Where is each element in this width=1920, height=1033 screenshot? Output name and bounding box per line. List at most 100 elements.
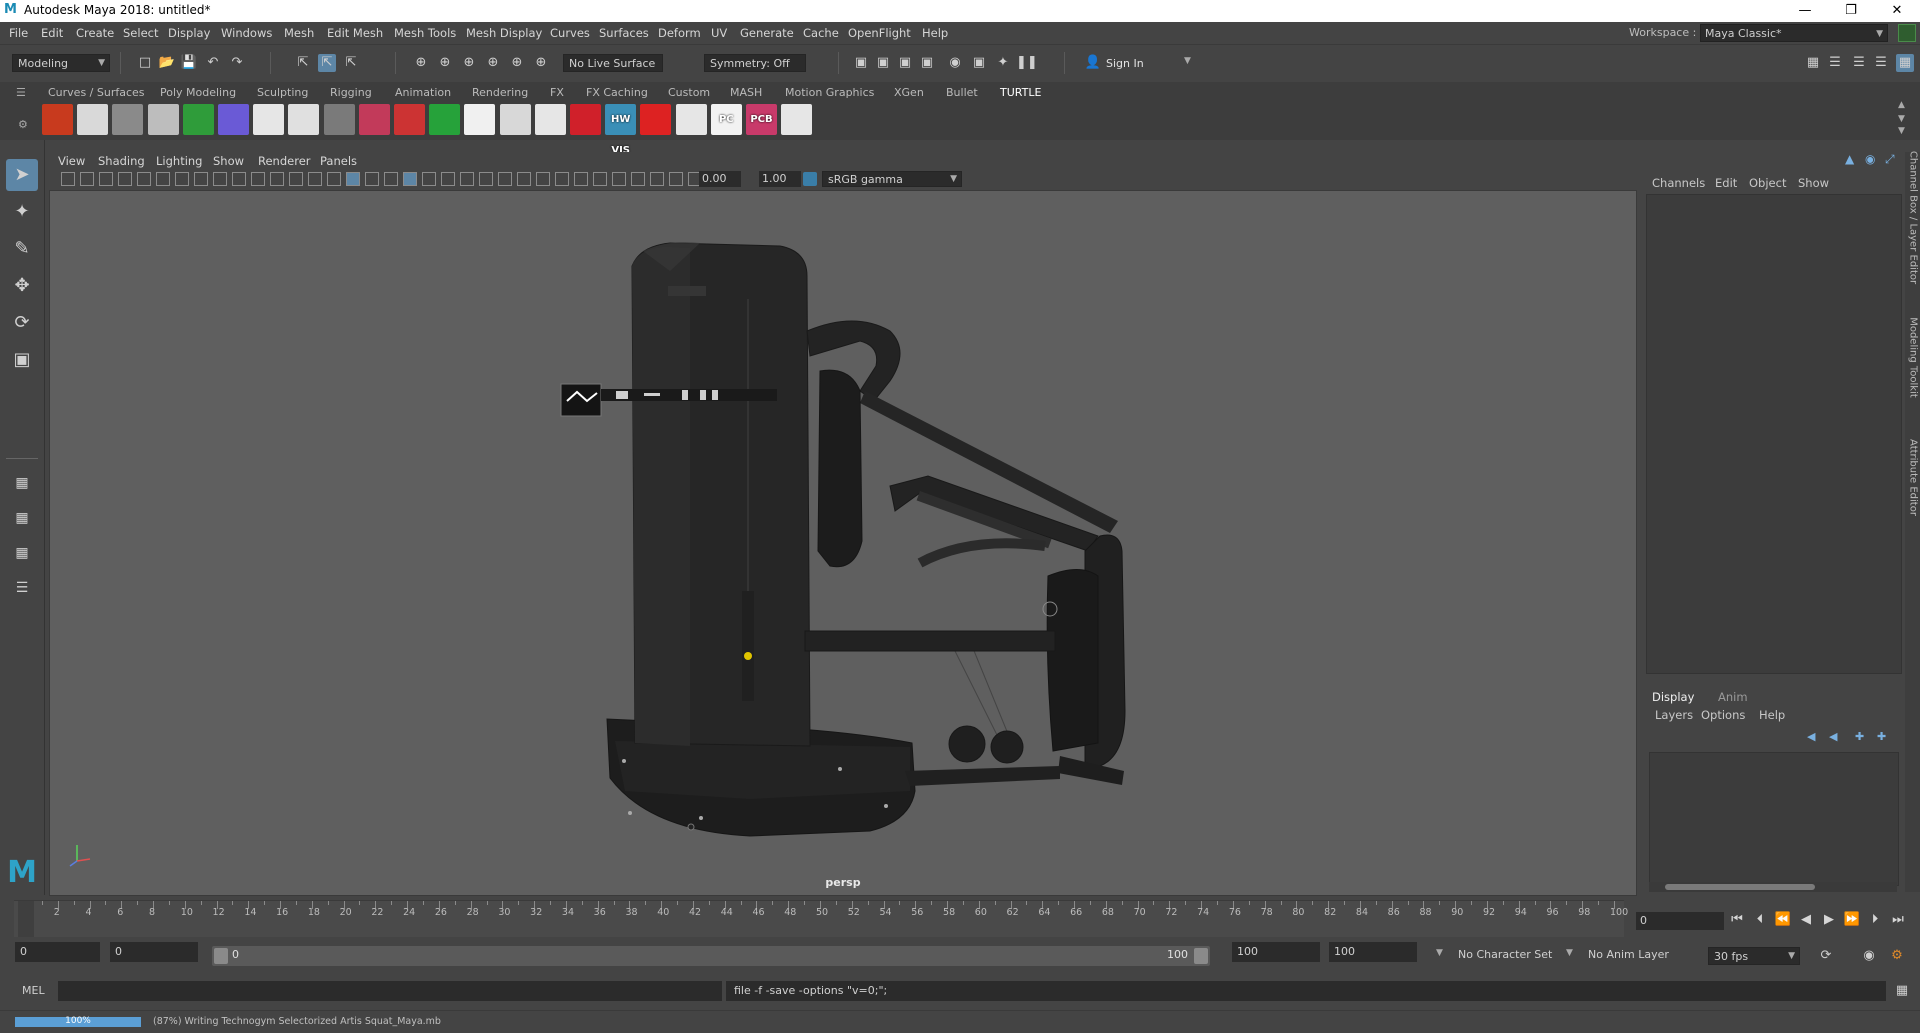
layer-menu-help[interactable]: Help (1759, 708, 1785, 722)
time-slider[interactable]: 0246810121416182022242628303234363840424… (14, 900, 1628, 937)
panel-menu-show[interactable]: Show (213, 154, 244, 168)
range-start-handle[interactable] (214, 948, 228, 964)
menu-mesh[interactable]: Mesh (284, 26, 314, 40)
viewport-tool-icon[interactable] (251, 172, 265, 186)
viewport-tool-icon[interactable] (232, 172, 246, 186)
workspace-dropdown[interactable]: Maya Classic* ▼ (1700, 24, 1888, 42)
shelf-light-icon[interactable] (182, 104, 214, 135)
shelf-tab-mash[interactable]: MASH (730, 84, 762, 101)
move-tool-icon[interactable]: ✥ (6, 270, 38, 302)
snap-vertex-icon[interactable]: ⊕ (532, 54, 550, 72)
chevron-down-icon[interactable]: ▼ (1566, 948, 1573, 958)
snap-point-icon[interactable]: ⊕ (460, 54, 478, 72)
panel-menu-panels[interactable]: Panels (320, 154, 357, 168)
shelf-gradient-icon[interactable] (675, 104, 707, 135)
menu-openflight[interactable]: OpenFlight (848, 26, 911, 40)
loop-icon[interactable]: ⟳ (1817, 947, 1835, 965)
viewport-tool-icon[interactable] (270, 172, 284, 186)
step-back-frame-icon[interactable]: ⏴ (1750, 909, 1770, 931)
viewport-tool-icon[interactable] (289, 172, 303, 186)
channel-menu-object[interactable]: Object (1749, 176, 1786, 190)
viewport-tool-icon[interactable] (80, 172, 94, 186)
step-back-key-icon[interactable]: ⏪ (1773, 909, 1793, 931)
viewport-tool-icon[interactable] (650, 172, 664, 186)
save-scene-icon[interactable]: 💾 (180, 54, 198, 72)
viewport-tool-icon[interactable] (498, 172, 512, 186)
shelf-menu-icon[interactable]: ☰ (16, 86, 26, 99)
minimize-button[interactable]: — (1782, 0, 1828, 22)
menu-cache[interactable]: Cache (803, 26, 839, 40)
shelf-tab-bullet[interactable]: Bullet (946, 84, 978, 101)
select-tool-icon[interactable]: ➤ (6, 159, 38, 191)
menu-mesh-display[interactable]: Mesh Display (466, 26, 542, 40)
lasso-tool-icon[interactable]: ✦ (6, 196, 38, 228)
shelf-ball-icon[interactable] (499, 104, 531, 135)
menu-select[interactable]: Select (123, 26, 158, 40)
viewport-tool-icon[interactable] (593, 172, 607, 186)
exposure-field[interactable]: 0.00 (699, 171, 741, 187)
anim-layer-dropdown[interactable]: No Anim Layer (1588, 948, 1669, 961)
snap-surface-icon[interactable]: ⊕ (508, 54, 526, 72)
shelf-eye-icon[interactable] (534, 104, 566, 135)
go-to-end-icon[interactable]: ⏭ (1888, 909, 1908, 931)
shelf-tab-sculpting[interactable]: Sculpting (257, 84, 308, 101)
menu-edit-mesh[interactable]: Edit Mesh (327, 26, 383, 40)
go-to-start-icon[interactable]: ⏮ (1727, 909, 1747, 931)
select-hierarchy-icon[interactable]: ⇱ (294, 54, 312, 72)
shelf-render-icon[interactable] (42, 104, 73, 135)
auto-key-icon[interactable]: ◉ (1860, 947, 1878, 965)
channel-box-icon[interactable]: ▲ (1845, 152, 1854, 166)
viewport-tool-icon[interactable] (137, 172, 151, 186)
side-tab-modeling-toolkit[interactable]: Modeling Toolkit (1908, 308, 1919, 408)
step-forward-frame-icon[interactable]: ⏵ (1865, 909, 1885, 931)
new-scene-icon[interactable]: □ (136, 54, 154, 72)
gamma-field[interactable]: 1.00 (759, 171, 801, 187)
shelf-tab-custom[interactable]: Custom (668, 84, 710, 101)
menu-curves[interactable]: Curves (550, 26, 590, 40)
user-icon[interactable]: 👤 (1084, 54, 1102, 72)
menu-generate[interactable]: Generate (740, 26, 794, 40)
viewport-tool-icon[interactable] (118, 172, 132, 186)
menu-surfaces[interactable]: Surfaces (599, 26, 649, 40)
shelf-texture-icon[interactable] (358, 104, 390, 135)
snap-view-icon[interactable]: ⊕ (484, 54, 502, 72)
current-time-indicator[interactable] (18, 901, 34, 937)
viewport-tool-icon[interactable] (346, 172, 360, 186)
redo-icon[interactable]: ↷ (228, 54, 246, 72)
animation-start-field[interactable]: 0 (15, 942, 100, 962)
viewport-tool-icon[interactable] (441, 172, 455, 186)
render-setup-icon[interactable]: ▣ (970, 54, 988, 72)
layer-list[interactable] (1649, 752, 1899, 886)
four-view-layout-icon[interactable]: ▦ (6, 502, 38, 534)
select-object-icon[interactable]: ⇱ (318, 54, 336, 72)
light-editor-icon[interactable]: ✦ (994, 54, 1012, 72)
step-forward-key-icon[interactable]: ⏩ (1842, 909, 1862, 931)
animation-end-field[interactable]: 100 (1329, 942, 1417, 962)
viewport-tool-icon[interactable] (61, 172, 75, 186)
panel-menu-lighting[interactable]: Lighting (156, 154, 202, 168)
viewport-tool-icon[interactable] (479, 172, 493, 186)
panel-menu-shading[interactable]: Shading (98, 154, 145, 168)
viewport-tool-icon[interactable] (460, 172, 474, 186)
new-layer-selected-icon[interactable]: ✚ (1877, 730, 1886, 743)
shelf-tab-turtle[interactable]: TURTLE (1000, 84, 1041, 101)
panel-menu-view[interactable]: View (58, 154, 85, 168)
panel-menu-renderer[interactable]: Renderer (258, 154, 311, 168)
close-button[interactable]: ✕ (1874, 0, 1920, 22)
shelf-pcb-icon[interactable]: PCB (746, 104, 777, 135)
menu-create[interactable]: Create (76, 26, 114, 40)
shelf-tab-motion-graphics[interactable]: Motion Graphics (785, 84, 874, 101)
fps-dropdown[interactable]: 30 fps ▼ (1708, 947, 1800, 965)
outliner-icon[interactable]: ☰ (6, 572, 38, 604)
scene-model[interactable] (50, 191, 1637, 896)
paint-select-tool-icon[interactable]: ✎ (6, 233, 38, 265)
shelf-curve-icon[interactable] (253, 104, 285, 135)
shelf-landscape-icon[interactable] (464, 104, 496, 135)
viewport-tool-icon[interactable] (631, 172, 645, 186)
shelf-green-light-icon[interactable] (429, 104, 461, 135)
shelf-grid-icon[interactable] (218, 104, 249, 135)
menu-display[interactable]: Display (168, 26, 210, 40)
viewport-tool-icon[interactable] (669, 172, 683, 186)
render-view-icon[interactable]: ▣ (852, 54, 870, 72)
render-settings-icon[interactable]: ▣ (918, 54, 936, 72)
